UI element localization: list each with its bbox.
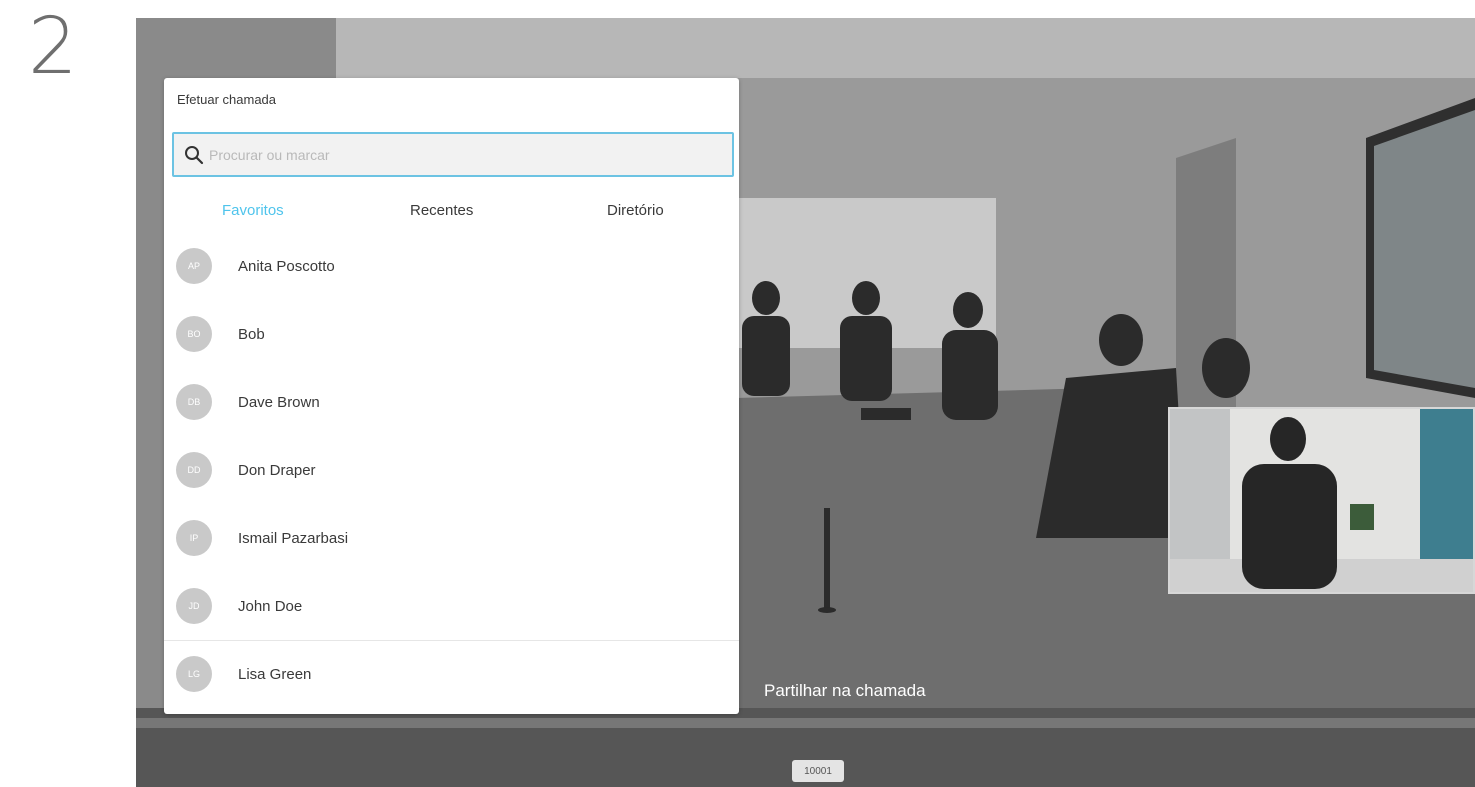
avatar: DB (176, 384, 212, 420)
contact-item[interactable]: BO Bob (164, 301, 739, 369)
search-icon (185, 145, 204, 164)
call-number-badge: 10001 (792, 760, 844, 782)
search-input[interactable] (209, 146, 709, 163)
tab-favoritos[interactable]: Favoritos (222, 202, 284, 219)
contact-name: Anita Poscotto (238, 258, 335, 275)
tab-bar: Favoritos Recentes Diretório (164, 188, 739, 232)
contact-name: John Doe (238, 598, 303, 615)
avatar: IP (176, 520, 212, 556)
avatar: JD (176, 588, 212, 624)
contact-name: Bob (238, 326, 265, 343)
contact-item[interactable]: JD John Doe (164, 573, 739, 641)
panel-title: Efetuar chamada (177, 92, 277, 107)
step-number: 2 (28, 2, 78, 92)
contact-name: Dave Brown (238, 394, 320, 411)
avatar: AP (176, 248, 212, 284)
contact-item[interactable]: LG Lisa Green (164, 640, 739, 708)
contact-name: Lisa Green (238, 666, 312, 683)
self-view-video (1170, 409, 1473, 592)
self-view-pip[interactable] (1168, 407, 1475, 594)
avatar: DD (176, 452, 212, 488)
contact-item[interactable]: DD Don Draper (164, 437, 739, 505)
share-in-call-label[interactable]: Partilhar na chamada (764, 681, 926, 701)
contact-name: Ismail Pazarbasi (238, 530, 349, 547)
call-panel: Efetuar chamada Favoritos Recentes Diret… (164, 78, 739, 714)
avatar: BO (176, 316, 212, 352)
contact-item[interactable]: IP Ismail Pazarbasi (164, 505, 739, 573)
tab-diretorio[interactable]: Diretório (607, 202, 664, 219)
search-field[interactable] (172, 132, 734, 177)
contact-item[interactable]: AP Anita Poscotto (164, 233, 739, 301)
tab-recentes[interactable]: Recentes (410, 202, 473, 219)
avatar: LG (176, 656, 212, 692)
contact-item[interactable]: DB Dave Brown (164, 369, 739, 437)
contact-name: Don Draper (238, 462, 316, 479)
